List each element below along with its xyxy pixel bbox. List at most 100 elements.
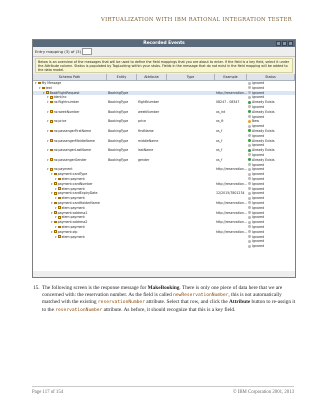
status-icon bbox=[248, 100, 251, 104]
status-icon bbox=[248, 201, 251, 205]
status-label: New bbox=[252, 119, 259, 124]
node-icon bbox=[58, 235, 61, 238]
node-icon bbox=[46, 91, 49, 94]
status-label: Already Exists bbox=[252, 109, 275, 114]
node-icon bbox=[50, 129, 53, 133]
status-icon bbox=[248, 91, 251, 95]
schema-path-label: ns:flightnumber bbox=[53, 100, 79, 105]
schema-path-label: ns:payment bbox=[53, 167, 73, 172]
status-icon bbox=[248, 134, 251, 138]
schema-path-label: payment:cardType bbox=[57, 172, 88, 177]
node-icon bbox=[42, 86, 45, 90]
schema-path-label: elem:payment bbox=[61, 205, 85, 210]
status-icon bbox=[248, 139, 251, 143]
status-label: Ignored bbox=[252, 176, 265, 181]
status-icon bbox=[248, 158, 251, 162]
schema-path-label: text bbox=[45, 85, 52, 90]
status-label: Ignored bbox=[252, 229, 265, 234]
status-label: Ignored bbox=[252, 181, 265, 186]
schema-path-label: payment:cardExpiryDate bbox=[57, 191, 98, 196]
status-label: Ignored bbox=[252, 186, 265, 191]
schema-path-label: elem:payment bbox=[61, 224, 85, 229]
col-example[interactable]: Example bbox=[215, 74, 247, 80]
status-icon bbox=[248, 105, 251, 109]
status-label: Ignored bbox=[252, 114, 265, 119]
schema-path-label: elem:payment bbox=[61, 176, 85, 181]
entry-selector[interactable] bbox=[82, 48, 93, 55]
col-status[interactable]: Status bbox=[247, 74, 295, 80]
status-icon bbox=[248, 172, 251, 176]
node-icon bbox=[38, 81, 41, 85]
status-label: Ignored bbox=[252, 152, 265, 157]
status-icon bbox=[248, 225, 251, 229]
status-icon bbox=[248, 129, 251, 133]
status-icon bbox=[248, 167, 251, 171]
node-icon bbox=[50, 110, 53, 114]
status-label: Ignored bbox=[252, 81, 265, 85]
reservation-number-code-2: reservationNumber bbox=[55, 307, 103, 313]
col-type[interactable]: Type bbox=[167, 74, 215, 80]
close-icon[interactable] bbox=[288, 41, 293, 46]
status-label: Ignored bbox=[252, 224, 265, 229]
status-label: Ignored bbox=[252, 90, 265, 95]
status-icon bbox=[248, 143, 251, 147]
status-label: Ignored bbox=[252, 200, 265, 205]
table-header: Schema Path Entity Attribute Type Exampl… bbox=[33, 74, 295, 81]
status-icon bbox=[248, 206, 251, 210]
status-label: Ignored bbox=[252, 124, 265, 129]
node-icon bbox=[50, 100, 53, 104]
schema-path-label: ns:weekNumber bbox=[53, 109, 80, 114]
status-icon bbox=[248, 191, 251, 195]
status-label: Ignored bbox=[252, 143, 265, 148]
schema-path-label: ns:price bbox=[53, 119, 67, 124]
status-icon bbox=[248, 220, 251, 224]
status-icon bbox=[248, 230, 251, 234]
schema-path-label: ns:passengerMiddleName bbox=[53, 138, 95, 143]
node-icon bbox=[50, 139, 53, 142]
node-icon bbox=[58, 225, 61, 229]
maximize-icon[interactable] bbox=[282, 41, 287, 46]
status-icon bbox=[248, 95, 251, 99]
status-label: Ignored bbox=[252, 220, 265, 225]
status-label: Already Exists bbox=[252, 128, 275, 133]
schema-path-label: BookFlightRequest bbox=[49, 90, 80, 95]
col-attribute[interactable]: Attribute bbox=[137, 74, 167, 80]
status-icon bbox=[248, 153, 251, 157]
minimize-icon[interactable] bbox=[276, 41, 281, 46]
running-header: Virtualization with IBM Rational Integra… bbox=[101, 17, 292, 23]
status-label: Ignored bbox=[252, 162, 265, 167]
schema-path-label: elem:payment bbox=[61, 196, 85, 201]
schema-path-label: payment:address2 bbox=[57, 220, 88, 225]
node-icon bbox=[50, 168, 53, 171]
node-icon bbox=[54, 192, 57, 195]
step-paragraph: 15. The following screen is the response… bbox=[33, 285, 298, 314]
status-label: Already Exists bbox=[252, 100, 275, 105]
node-icon bbox=[50, 120, 53, 123]
copyright: © IBM Corporation 2001, 2013 bbox=[232, 390, 294, 395]
status-label: Ignored bbox=[252, 85, 265, 90]
node-icon bbox=[50, 158, 53, 162]
status-label: Ignored bbox=[252, 104, 265, 109]
info-banner: Below is an overview of the messages tha… bbox=[35, 58, 293, 73]
status-label: Already Exists bbox=[252, 138, 275, 143]
status-cell: Ignored bbox=[247, 244, 295, 249]
status-icon bbox=[248, 187, 251, 191]
status-label: Ignored bbox=[252, 244, 265, 249]
status-icon bbox=[248, 211, 251, 215]
entry-mapping-label: Entry mapping (3) of (3) bbox=[35, 49, 82, 54]
status-icon bbox=[248, 110, 251, 114]
col-schema-path[interactable]: Schema Path bbox=[33, 74, 107, 80]
step-text-1: The following screen is the response mes… bbox=[42, 285, 148, 291]
schema-path-label: payment:zip bbox=[57, 229, 78, 234]
status-label: Ignored bbox=[252, 196, 265, 201]
status-icon bbox=[248, 163, 251, 167]
col-entity[interactable]: Entity bbox=[107, 74, 137, 80]
schema-path-label: payment:cardNumber bbox=[57, 181, 93, 186]
table-row[interactable]: Ignored bbox=[33, 244, 295, 249]
schema-path-label: elem:payment bbox=[61, 215, 85, 220]
dialog-titlebar: Recorded Events bbox=[33, 40, 295, 47]
node-icon bbox=[54, 172, 57, 176]
dialog-toolbar: Entry mapping (3) of (3) bbox=[33, 47, 295, 57]
status-icon bbox=[248, 239, 251, 243]
status-label: Ignored bbox=[252, 205, 265, 210]
